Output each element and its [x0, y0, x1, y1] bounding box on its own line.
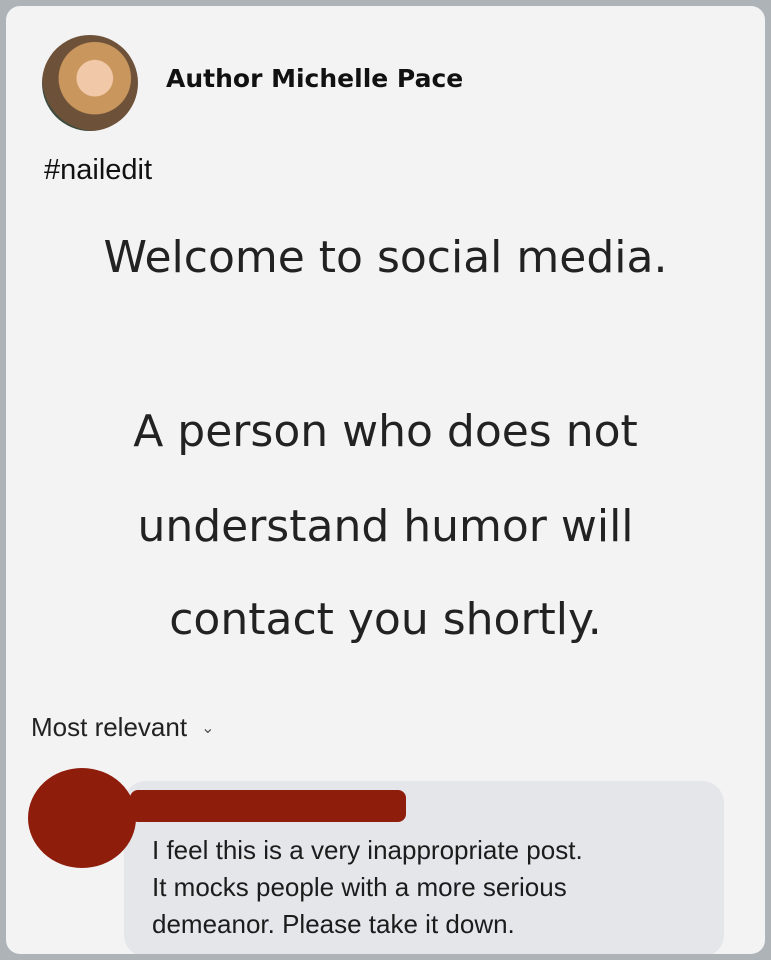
hashtag-link[interactable]: #nailedit	[44, 154, 152, 187]
comment-line-2: It mocks people with a more serious	[152, 872, 567, 902]
chevron-down-icon: ⌄	[201, 719, 215, 737]
comment-line-1: I feel this is a very inappropriate post…	[152, 835, 583, 865]
post-body-line-1: A person who does not	[133, 406, 638, 457]
author-name[interactable]: Author Michelle Pace	[166, 64, 463, 93]
comment-sort-label: Most relevant	[31, 712, 188, 742]
author-avatar[interactable]	[42, 35, 138, 131]
redacted-commenter-avatar	[28, 768, 136, 868]
redacted-commenter-name	[130, 790, 406, 822]
comment-text: I feel this is a very inappropriate post…	[152, 832, 712, 943]
comment-sort-dropdown[interactable]: Most relevant ⌄	[31, 712, 214, 743]
comment-line-3: demeanor. Please take it down.	[152, 909, 515, 939]
post-card: Author Michelle Pace #nailedit Welcome t…	[6, 6, 765, 954]
post-body-line-2: understand humor will	[137, 501, 634, 552]
post-body-line-3: contact you shortly.	[169, 594, 602, 645]
post-headline: Welcome to social media.	[103, 232, 668, 283]
